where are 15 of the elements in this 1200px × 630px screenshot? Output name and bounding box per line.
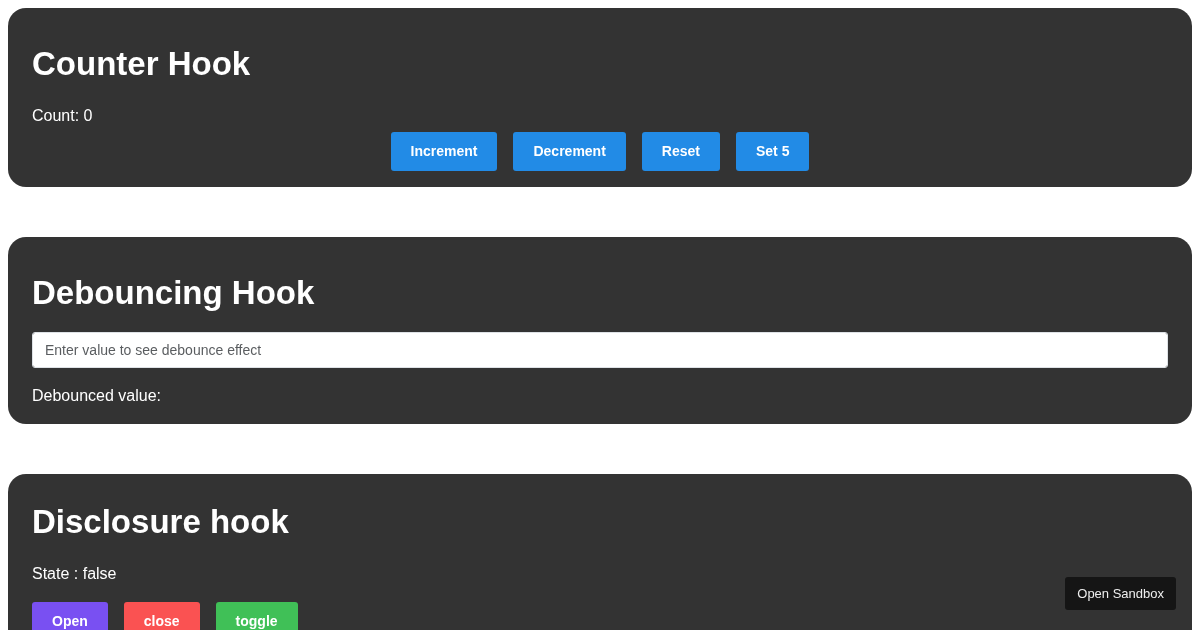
card-title: Counter Hook (32, 44, 252, 84)
action-button[interactable]: close (123, 601, 200, 630)
card-title: Debouncing Hook (32, 272, 316, 313)
open-sandbox-button[interactable]: Open Sandbox (1065, 576, 1176, 610)
action-button[interactable]: Decrement (513, 131, 626, 171)
action-button[interactable]: Open (32, 601, 108, 630)
debounced-value-text: Debounced value: (32, 386, 162, 407)
card-title: Disclosure hook (32, 502, 290, 542)
text-input-field[interactable]: Enter value to see debounce effect (32, 332, 1168, 369)
state-text: State : false (32, 563, 118, 584)
action-button[interactable]: Set 5 (736, 131, 810, 171)
count-text: Count: 0 (32, 105, 94, 126)
action-button[interactable]: toggle (215, 601, 298, 630)
action-button[interactable]: Increment (390, 131, 498, 171)
action-button[interactable]: Reset (641, 131, 720, 171)
